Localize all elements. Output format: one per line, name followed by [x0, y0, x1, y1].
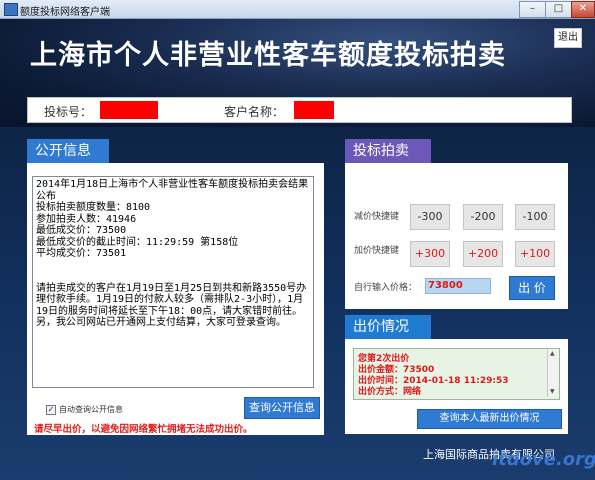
close-button[interactable]: ✕ [571, 1, 595, 18]
submit-bid-button[interactable]: 出 价 [509, 276, 555, 300]
page-title: 上海市个人非营业性客车额度投标拍卖 [30, 40, 506, 71]
auto-query-option[interactable]: ✓ 自动查询公开信息 [46, 404, 123, 415]
custom-price-label: 自行输入价格： [354, 283, 418, 293]
query-public-info-button[interactable]: 查询公开信息 [244, 397, 320, 419]
bidder-info-bar: 投标号： 客户名称： [27, 97, 572, 123]
auto-query-label: 自动查询公开信息 [59, 405, 123, 414]
decrease-200-button[interactable]: -200 [463, 204, 503, 230]
maximize-button[interactable]: □ [545, 1, 572, 18]
increase-300-button[interactable]: +300 [410, 241, 450, 267]
watermark-text: itdove.org [492, 449, 595, 470]
offer-status-box: 您第2次出价 出价金额：73500 出价时间：2014-01-18 11:29:… [353, 348, 560, 400]
offer-line: 出价方式：网络 [358, 387, 422, 397]
custom-price-input[interactable]: 73800 [425, 278, 491, 294]
app-icon [4, 3, 18, 16]
increase-100-button[interactable]: +100 [515, 241, 555, 267]
customer-name-label: 客户名称： [224, 105, 285, 119]
public-info-title: 公开信息 [27, 139, 109, 163]
public-info-text[interactable]: 2014年1月18日上海市个人非营业性客车额度投标拍卖会结果公布 投标拍卖额度数… [32, 176, 314, 388]
decrease-100-button[interactable]: -100 [515, 204, 555, 230]
increase-200-button[interactable]: +200 [463, 241, 503, 267]
decrease-300-button[interactable]: -300 [410, 204, 450, 230]
increase-shortcut-label: 加价快捷键 [354, 246, 400, 256]
window-title: 额度投标网络客户端 [20, 7, 110, 18]
offer-status-title: 出价情况 [345, 315, 431, 339]
auto-query-checkbox[interactable]: ✓ [46, 404, 56, 415]
bidding-title: 投标拍卖 [345, 139, 431, 163]
minimize-button[interactable]: – [519, 1, 546, 18]
window-titlebar: 额度投标网络客户端 – □ ✕ [0, 0, 595, 19]
decrease-shortcut-label: 减价快捷键 [354, 212, 400, 222]
scroll-down-icon[interactable]: ▼ [550, 388, 555, 395]
customer-name-redaction [294, 101, 334, 119]
bid-warning-text: 请尽早出价，以避免因网络繁忙拥堵无法成功出价。 [34, 424, 253, 435]
bid-number-redaction [100, 101, 158, 119]
scroll-up-icon[interactable]: ▲ [550, 350, 555, 357]
query-latest-bid-button[interactable]: 查询本人最新出价情况 [417, 409, 562, 429]
offer-scrollbar[interactable]: ▲ ▼ [547, 349, 558, 397]
bid-number-label: 投标号： [44, 105, 93, 119]
logout-button[interactable]: 退出 [554, 28, 582, 48]
